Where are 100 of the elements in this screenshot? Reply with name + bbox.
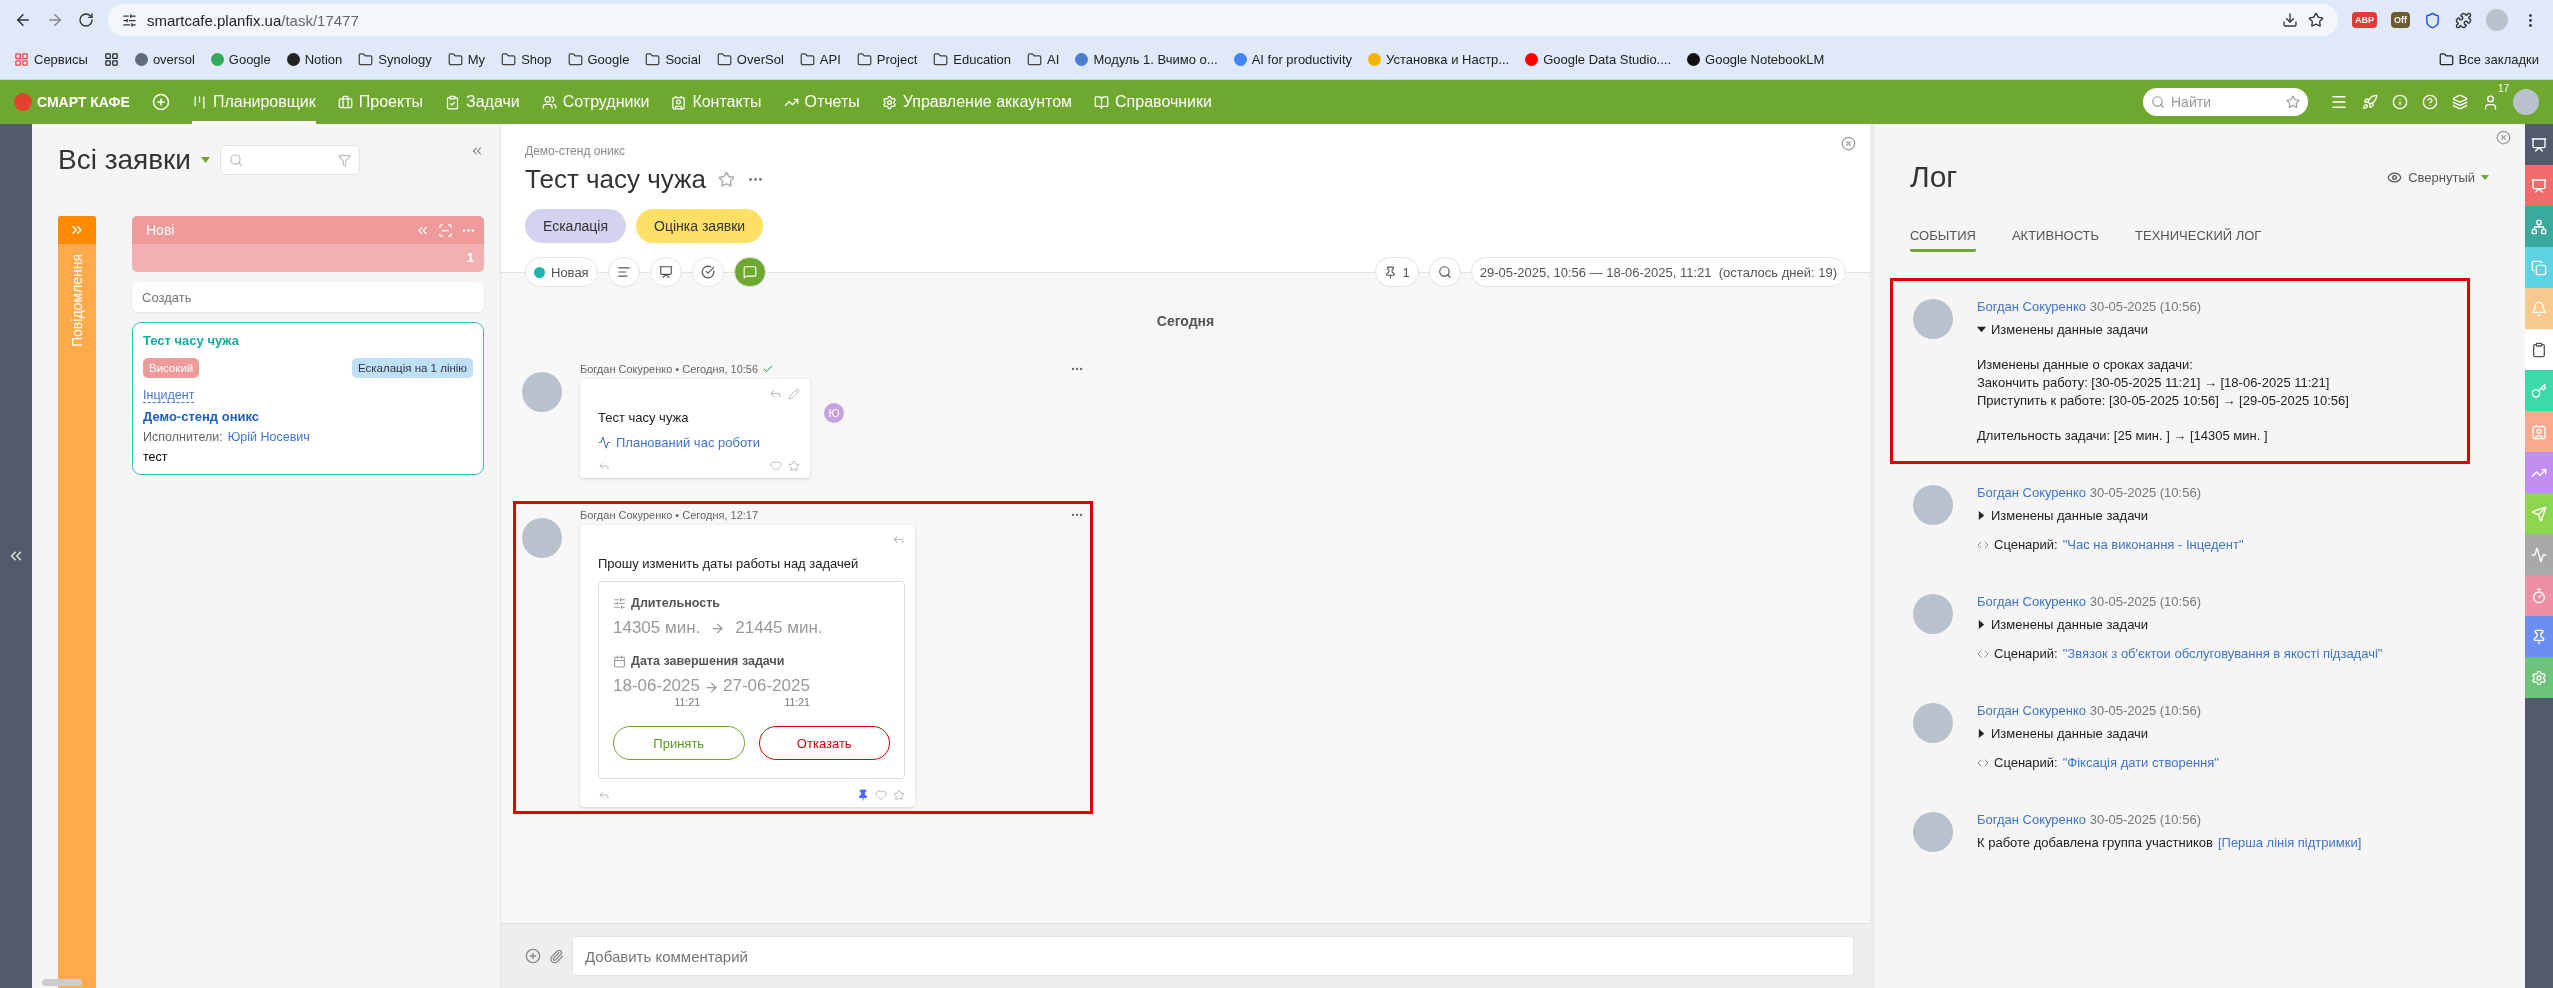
create-field[interactable]: Создать xyxy=(132,282,484,312)
extension-icon[interactable]: ABP xyxy=(2352,12,2377,28)
search-field[interactable] xyxy=(220,145,360,175)
bookmark[interactable]: Google xyxy=(210,52,271,67)
bookmark[interactable]: Social xyxy=(645,52,701,67)
caret-icon[interactable] xyxy=(1977,511,1986,520)
reply-icon[interactable] xyxy=(769,387,782,400)
address-field[interactable]: smartcafe.planfix.ua/task/17477 xyxy=(108,4,2338,36)
shield-icon[interactable] xyxy=(2424,11,2441,29)
group-link[interactable]: [Перша лінія підтримки] xyxy=(2217,835,2362,850)
collapse-icon[interactable] xyxy=(470,144,484,158)
extensions-icon[interactable] xyxy=(2455,11,2472,29)
label-button[interactable]: Ескалація xyxy=(525,209,627,243)
accept-button[interactable]: Принять xyxy=(613,726,745,760)
arrow-icon xyxy=(703,680,719,695)
star-icon[interactable] xyxy=(2286,95,2300,109)
bookmark-star-icon[interactable] xyxy=(2308,12,2324,28)
user-avatar[interactable] xyxy=(2513,89,2539,115)
reply-icon[interactable] xyxy=(598,460,610,472)
tool-button[interactable] xyxy=(649,257,682,287)
tool-button[interactable] xyxy=(691,257,724,287)
bookmark[interactable]: Synology xyxy=(358,52,432,67)
bookmark[interactable]: API xyxy=(799,52,841,67)
bookmark[interactable]: OverSol xyxy=(716,52,784,67)
search-button[interactable] xyxy=(1428,257,1461,287)
back-icon[interactable] xyxy=(14,11,32,29)
label-button[interactable]: Оцінка заявки xyxy=(636,209,764,243)
install-icon[interactable] xyxy=(2282,12,2298,28)
bookmark[interactable]: Google xyxy=(567,52,630,67)
profile-avatar[interactable] xyxy=(2486,9,2508,31)
log-tab[interactable]: АКТИВНОСТЬ xyxy=(2011,228,2100,252)
caret-icon[interactable] xyxy=(1977,325,1986,334)
entry-summary[interactable]: Изменены данные задачи xyxy=(1991,617,2149,632)
reload-icon[interactable] xyxy=(78,12,94,28)
grid-icon[interactable] xyxy=(103,52,119,67)
scenario-link[interactable]: "Фіксація дати створення" xyxy=(2062,755,2219,770)
bookmark[interactable]: Shop xyxy=(501,52,552,67)
bookmark[interactable]: AI for productivity xyxy=(1233,52,1353,67)
entry-summary[interactable]: Изменены данные задачи xyxy=(1991,322,2149,337)
entry-summary[interactable]: Изменены данные задачи xyxy=(1991,508,2149,523)
star-icon[interactable] xyxy=(788,460,800,472)
help-icon[interactable] xyxy=(2422,94,2438,110)
all-bookmarks[interactable]: Все закладки xyxy=(2438,52,2539,67)
status-button[interactable]: Новая xyxy=(525,257,598,287)
assignee-link[interactable]: Юрій Носевич xyxy=(227,430,310,444)
scenario-link[interactable]: "Звязок з об'єктои обслуговування в якості підзадачі" xyxy=(2062,646,2383,661)
rocket-icon[interactable] xyxy=(2362,94,2378,110)
task-card[interactable]: Тест часу чужа Високий Ескалація на 1 лінію Інцидент Демо-стенд оникс Исполнители: Юрій Носевич тест xyxy=(132,322,484,475)
log-tab[interactable]: СОБЫТИЯ xyxy=(1910,228,1976,252)
bookmark[interactable]: Сервисы xyxy=(14,52,88,67)
pins-button[interactable]: 1 xyxy=(1374,257,1419,287)
board-title[interactable]: Всі заявки xyxy=(58,144,191,176)
date-range-button[interactable]: 29-05-2025, 10:56 — 18-06-2025, 11:21 (осталось дней: 19) xyxy=(1470,257,1846,287)
decline-button[interactable]: Отказать xyxy=(758,726,890,760)
bookmark[interactable]: Google NotebookLM xyxy=(1687,52,1825,67)
dropdown-caret-icon[interactable] xyxy=(201,157,210,163)
bookmark[interactable]: Google Data Studio.... xyxy=(1525,52,1672,67)
bookmark[interactable]: oversol xyxy=(134,52,195,67)
message-link[interactable]: Планований час роботи xyxy=(616,435,761,450)
bookmark[interactable]: Установка и Настр... xyxy=(1368,52,1510,67)
entry-summary[interactable]: Изменены данные задачи xyxy=(1991,726,2149,741)
close-icon[interactable] xyxy=(2496,130,2511,145)
info-icon[interactable] xyxy=(2392,94,2408,110)
star-icon[interactable] xyxy=(893,789,905,801)
forward-icon[interactable] xyxy=(46,11,64,29)
layers-icon[interactable] xyxy=(2452,94,2468,110)
site-settings-icon[interactable] xyxy=(122,12,137,28)
bookmark[interactable]: AI xyxy=(1027,52,1060,67)
bookmark[interactable]: Модуль 1. Вчимо о... xyxy=(1075,52,1218,67)
extension-icon[interactable]: Off xyxy=(2391,12,2410,28)
user-icon[interactable] xyxy=(2482,93,2499,111)
like-icon[interactable] xyxy=(770,460,782,472)
scenario-link[interactable]: "Час на виконання - Інцедент" xyxy=(2062,537,2244,552)
breadcrumb[interactable]: Демо-стенд оникс xyxy=(525,144,1846,158)
log-tab[interactable]: ТЕХНИЧЕСКИЙ ЛОГ xyxy=(2135,228,2262,252)
star-icon[interactable] xyxy=(717,171,735,188)
filter-icon[interactable] xyxy=(338,153,351,167)
logo-icon[interactable] xyxy=(14,93,32,111)
comment-field[interactable]: Добавить комментарий xyxy=(572,936,1854,976)
caret-icon[interactable] xyxy=(1977,620,1986,629)
tool-button[interactable] xyxy=(733,257,766,287)
scan-icon[interactable] xyxy=(438,222,453,238)
attach-icon[interactable] xyxy=(549,948,564,964)
bookmark[interactable]: My xyxy=(447,52,486,67)
bookmark[interactable]: Project xyxy=(856,52,918,67)
close-icon[interactable] xyxy=(1841,136,1856,151)
caret-icon[interactable] xyxy=(1977,729,1986,738)
bookmark[interactable]: Education xyxy=(933,52,1012,67)
like-icon[interactable] xyxy=(875,789,887,801)
bookmark[interactable]: Notion xyxy=(286,52,343,67)
pin-icon[interactable] xyxy=(857,789,869,801)
side-tool-button[interactable] xyxy=(2525,329,2553,370)
edit-icon[interactable] xyxy=(788,387,800,400)
reply-icon[interactable] xyxy=(598,789,610,801)
project-name[interactable]: Демо-стенд оникс xyxy=(143,409,473,424)
add-icon[interactable] xyxy=(525,948,541,964)
reply-icon[interactable] xyxy=(892,533,905,546)
scrollbar-thumb[interactable] xyxy=(42,979,82,986)
task-type-link[interactable]: Інцидент xyxy=(143,388,195,403)
view-dropdown[interactable]: Свернутый xyxy=(2381,168,2495,186)
